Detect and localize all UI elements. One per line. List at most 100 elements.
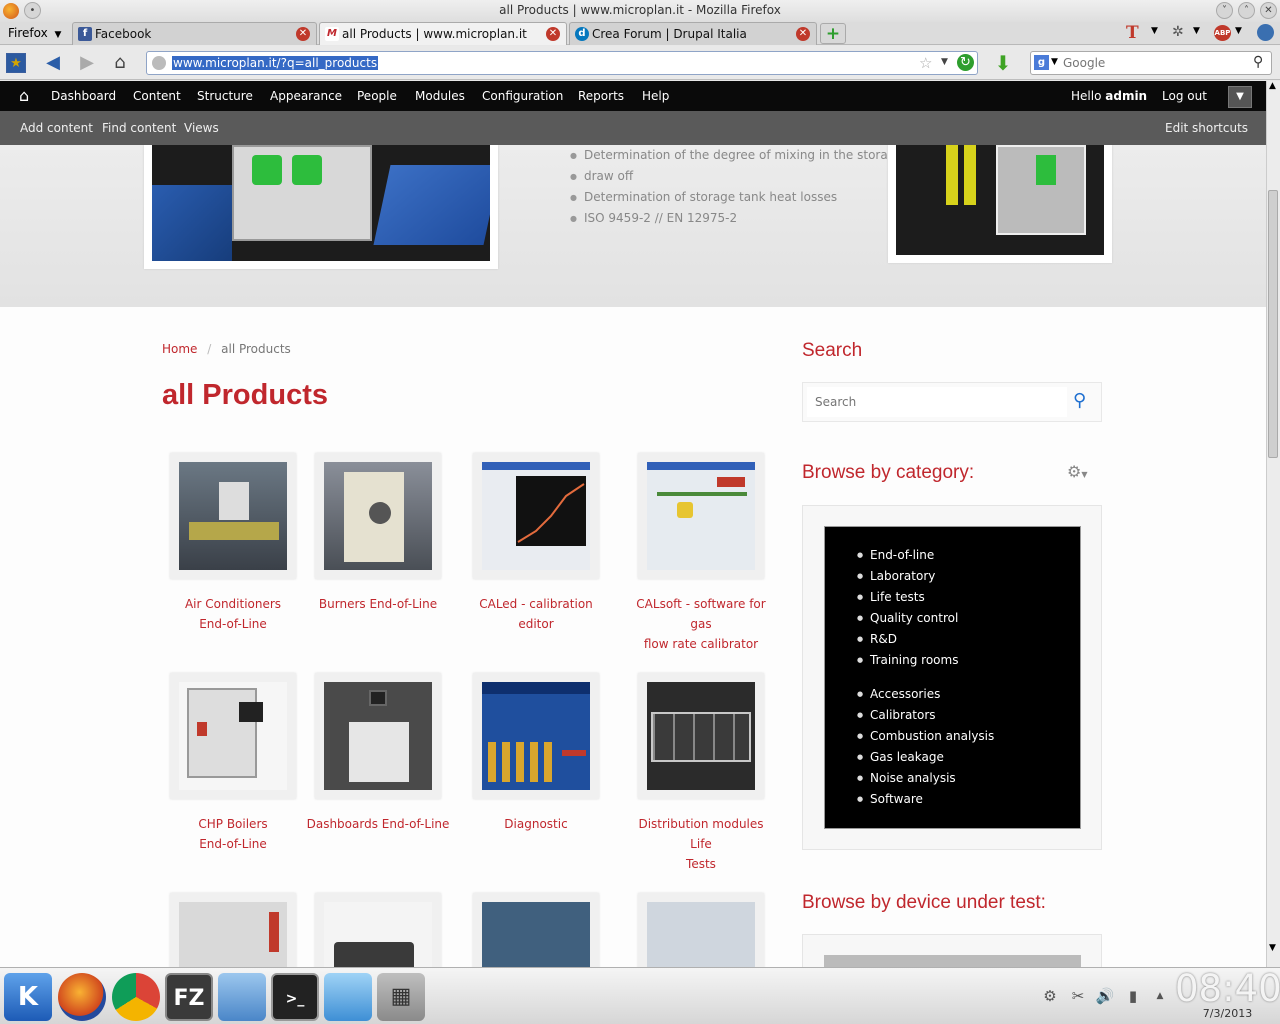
globe-icon[interactable] <box>1257 24 1274 41</box>
admin-home-icon[interactable]: ⌂ <box>19 86 29 105</box>
scrollbar-thumb[interactable] <box>1268 190 1278 458</box>
close-tab-icon[interactable]: ✕ <box>796 27 810 41</box>
network-taskbar-icon[interactable] <box>218 973 266 1021</box>
category-item[interactable]: Combustion analysis <box>857 726 994 747</box>
menu-reports[interactable]: Reports <box>578 89 624 103</box>
product-link[interactable]: CALsoft - software for gas flow rate cali… <box>626 594 776 654</box>
category-item[interactable]: Laboratory <box>857 566 958 587</box>
product-air-conditioners[interactable]: Air Conditioners End-of-Line <box>158 453 308 634</box>
clock-time[interactable]: 08:40 <box>1175 967 1280 1010</box>
product-thumbnail[interactable] <box>315 453 441 579</box>
category-item[interactable]: End-of-line <box>857 545 958 566</box>
scissors-tray-icon[interactable]: ✂ <box>1068 986 1088 1006</box>
product-chp-boilers[interactable]: CHP Boilers End-of-Line <box>158 673 308 854</box>
search-icon[interactable]: ⚲ <box>1073 390 1086 411</box>
scroll-up-icon[interactable]: ▲ <box>1269 81 1276 91</box>
t-extension-icon[interactable]: T <box>1126 23 1139 43</box>
chevron-down-icon[interactable]: ▼ <box>1235 26 1242 36</box>
product-link[interactable]: Distribution modules Life Tests <box>626 814 776 874</box>
home-icon[interactable]: ⌂ <box>109 53 131 73</box>
product-thumbnail[interactable] <box>170 453 296 579</box>
product-thumbnail[interactable] <box>638 673 764 799</box>
adblock-icon[interactable]: ABP <box>1214 25 1231 41</box>
firefox-taskbar-icon[interactable] <box>58 973 106 1021</box>
google-icon[interactable]: g <box>1034 55 1049 70</box>
product-caled[interactable]: CALed - calibration editor <box>461 453 611 634</box>
tab-all-products[interactable]: M all Products | www.microplan.it ✕ <box>319 22 567 45</box>
back-arrow-icon[interactable]: ◀ <box>42 53 64 73</box>
menu-configuration[interactable]: Configuration <box>482 89 563 103</box>
calculator-taskbar-icon[interactable]: ▦ <box>377 973 425 1021</box>
search-input[interactable] <box>807 387 1067 417</box>
product-thumbnail[interactable] <box>170 673 296 799</box>
chrome-taskbar-icon[interactable] <box>112 973 160 1021</box>
menu-content[interactable]: Content <box>133 89 181 103</box>
category-item[interactable]: Noise analysis <box>857 768 994 789</box>
shortcut-views[interactable]: Views <box>184 121 219 135</box>
category-item[interactable]: Quality control <box>857 608 958 629</box>
bookmark-page-star-icon[interactable]: ☆ <box>919 54 932 72</box>
bookmark-star-icon[interactable]: ★ <box>6 53 26 73</box>
product-tile[interactable] <box>303 893 453 967</box>
breadcrumb-home-link[interactable]: Home <box>162 342 197 356</box>
product-thumbnail[interactable] <box>473 893 599 967</box>
minimize-icon[interactable]: ˅ <box>1216 2 1233 19</box>
product-tile[interactable] <box>158 893 308 967</box>
category-item[interactable]: Accessories <box>857 684 994 705</box>
search-engine-bar[interactable]: g ▼ ⚲ <box>1030 51 1272 75</box>
kde-menu-icon[interactable]: K <box>4 973 52 1021</box>
product-thumbnail[interactable] <box>473 673 599 799</box>
url-bar[interactable]: www.microplan.it/?q=all_products ☆ ▼ ↻ <box>146 51 978 75</box>
category-item[interactable]: Software <box>857 789 994 810</box>
chevron-down-icon[interactable]: ▼ <box>1051 57 1058 67</box>
category-item[interactable]: Gas leakage <box>857 747 994 768</box>
product-link[interactable]: Dashboards End-of-Line <box>303 814 453 834</box>
product-tile[interactable] <box>626 893 776 967</box>
category-item[interactable]: Training rooms <box>857 650 959 671</box>
product-thumbnail[interactable] <box>473 453 599 579</box>
close-tab-icon[interactable]: ✕ <box>546 27 560 41</box>
product-link[interactable]: Air Conditioners End-of-Line <box>158 594 308 634</box>
chevron-down-icon[interactable]: ▼ <box>1193 26 1200 36</box>
chevron-down-icon[interactable]: ▼ <box>1151 26 1158 36</box>
product-calsoft[interactable]: CALsoft - software for gas flow rate cali… <box>626 453 776 654</box>
toggle-shortcuts-button[interactable]: ▼ <box>1228 86 1252 108</box>
menu-modules[interactable]: Modules <box>415 89 465 103</box>
settings-tray-icon[interactable]: ⚙ <box>1040 986 1060 1006</box>
file-manager-taskbar-icon[interactable] <box>324 973 372 1021</box>
edit-shortcuts-link[interactable]: Edit shortcuts <box>1165 121 1248 135</box>
scroll-down-icon[interactable]: ▼ <box>1269 943 1276 953</box>
product-dashboards[interactable]: Dashboards End-of-Line <box>303 673 453 834</box>
maximize-icon[interactable]: ˄ <box>1238 2 1255 19</box>
category-item[interactable]: Life tests <box>857 587 958 608</box>
tab-crea-forum[interactable]: d Crea Forum | Drupal Italia ✕ <box>569 22 817 45</box>
menu-help[interactable]: Help <box>642 89 669 103</box>
filezilla-taskbar-icon[interactable]: FZ <box>165 973 213 1021</box>
product-link[interactable]: CHP Boilers End-of-Line <box>158 814 308 854</box>
category-item[interactable]: R&D <box>857 629 958 650</box>
url-text[interactable]: www.microplan.it/?q=all_products <box>172 56 379 70</box>
shortcut-add-content[interactable]: Add content <box>20 121 93 135</box>
shortcut-find-content[interactable]: Find content <box>102 121 176 135</box>
close-tab-icon[interactable]: ✕ <box>296 27 310 41</box>
close-window-icon[interactable]: ✕ <box>1260 2 1277 19</box>
product-link[interactable]: Diagnostic <box>461 814 611 834</box>
battery-tray-icon[interactable]: ▮ <box>1123 986 1143 1006</box>
download-arrow-icon[interactable]: ⬇ <box>992 53 1014 73</box>
firefox-menu-button[interactable]: Firefox ▼ <box>0 22 70 45</box>
terminal-taskbar-icon[interactable]: >_ <box>271 973 319 1021</box>
new-tab-button[interactable]: + <box>820 23 846 44</box>
chevron-down-icon[interactable]: ▼ <box>941 57 948 67</box>
product-thumbnail[interactable] <box>638 893 764 967</box>
menu-people[interactable]: People <box>357 89 397 103</box>
product-diagnostic[interactable]: Diagnostic <box>461 673 611 834</box>
product-link[interactable]: Burners End-of-Line <box>303 594 453 614</box>
category-item[interactable]: Calibrators <box>857 705 994 726</box>
product-link[interactable]: CALed - calibration editor <box>461 594 611 634</box>
menu-dashboard[interactable]: Dashboard <box>51 89 116 103</box>
product-burners[interactable]: Burners End-of-Line <box>303 453 453 614</box>
bug-icon[interactable]: ✲ <box>1172 24 1184 40</box>
product-thumbnail[interactable] <box>315 893 441 967</box>
volume-tray-icon[interactable]: 🔊 <box>1095 986 1115 1006</box>
product-thumbnail[interactable] <box>170 893 296 967</box>
